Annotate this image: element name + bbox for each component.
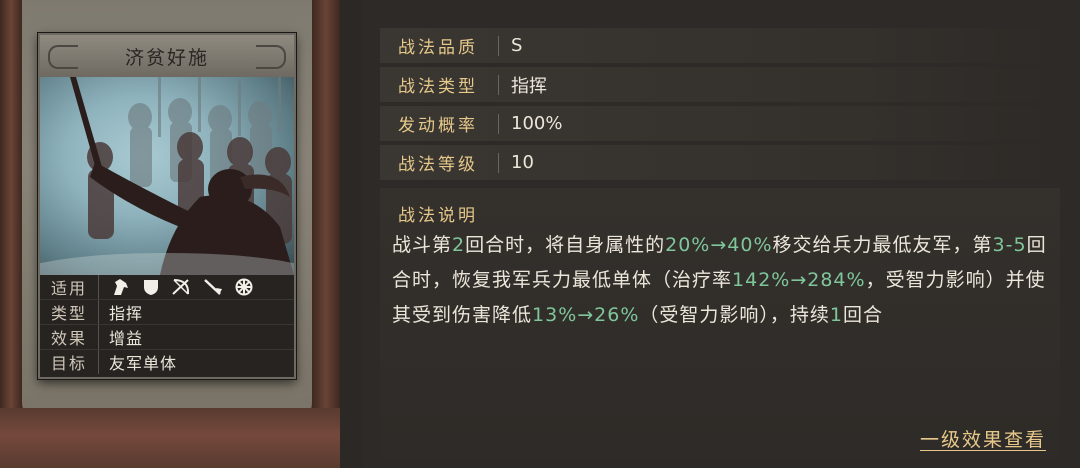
unit-type-icons [99,278,253,296]
attr-key: 发动概率 [398,116,478,136]
card-row-label: 类型 [40,300,99,324]
ornament-left-icon [48,45,78,69]
description-value-highlight: 13%→26% [532,304,640,326]
description-value-highlight: 3-5 [992,234,1027,256]
description-segment: （受智力影响），持续 [639,304,830,326]
attr-row-probability: 发动概率 100% [380,106,1060,141]
card-row-type: 类型 指挥 [40,300,294,325]
scroll-rod-right [312,0,340,468]
attr-value: 100% [511,113,563,134]
chariot-wheel-icon [235,278,253,296]
description-segment: 回合时，将自身属性的 [465,234,666,256]
skill-illustration [40,77,294,275]
skill-detail-panel: 战法品质 S 战法类型 指挥 发动概率 100% 战法等级 10 战法说明 战斗… [362,0,1080,468]
card-row-value: 友军单体 [109,354,178,373]
attr-value: S [511,35,523,56]
description-segment: 战斗第 [392,234,453,256]
shield-icon [143,278,159,296]
attr-key: 战法品质 [398,38,478,58]
card-row-value: 增益 [109,329,144,348]
scroll-rod-left [0,0,22,468]
attr-row-quality: 战法品质 S [380,28,1060,63]
card-title: 济贫好施 [124,46,209,69]
attr-row-type: 战法类型 指挥 [380,67,1060,102]
skill-description-box: 战法说明 战斗第2回合时，将自身属性的20%→40%移交给兵力最低友军，第3-5… [380,188,1060,458]
description-value-highlight: 142%→284% [732,269,866,291]
description-value-highlight: 2 [452,234,466,256]
scroll-bottom-roll [0,408,340,468]
description-segment: 回合 [843,304,884,326]
attr-row-level: 战法等级 10 [380,145,1060,180]
card-row-target: 目标 友军单体 [40,350,294,374]
card-row-value: 指挥 [109,304,144,323]
ornament-right-icon [256,45,286,69]
card-row-label: 适用 [40,275,99,299]
bow-icon [171,278,191,296]
card-row-label: 目标 [40,350,99,374]
cavalry-icon [111,278,131,296]
skill-card[interactable]: 济贫好施 适用 类型 指挥 效果 增益 目标 友军单体 [38,33,296,379]
attr-key: 战法等级 [398,155,478,175]
card-row-effect: 效果 增益 [40,325,294,350]
card-row-label: 效果 [40,325,99,349]
attr-key: 战法类型 [398,77,478,97]
card-row-applicable: 适用 [40,275,294,300]
description-segment: 移交给兵力最低友军，第 [772,234,993,256]
card-title-bar: 济贫好施 [40,35,294,77]
card-info-rows: 适用 类型 指挥 效果 增益 目标 友军单体 [40,275,294,377]
description-title: 战法说明 [398,206,478,226]
description-value-highlight: 20%→40% [665,234,773,256]
level-one-effect-link[interactable]: 一级效果查看 [920,425,1046,452]
description-value-highlight: 1 [829,304,844,326]
attr-value: 指挥 [511,75,547,97]
description-text: 战斗第2回合时，将自身属性的20%→40%移交给兵力最低友军，第3-5回合时，恢… [392,228,1056,333]
attr-value: 10 [511,152,534,173]
spear-icon [203,278,223,296]
